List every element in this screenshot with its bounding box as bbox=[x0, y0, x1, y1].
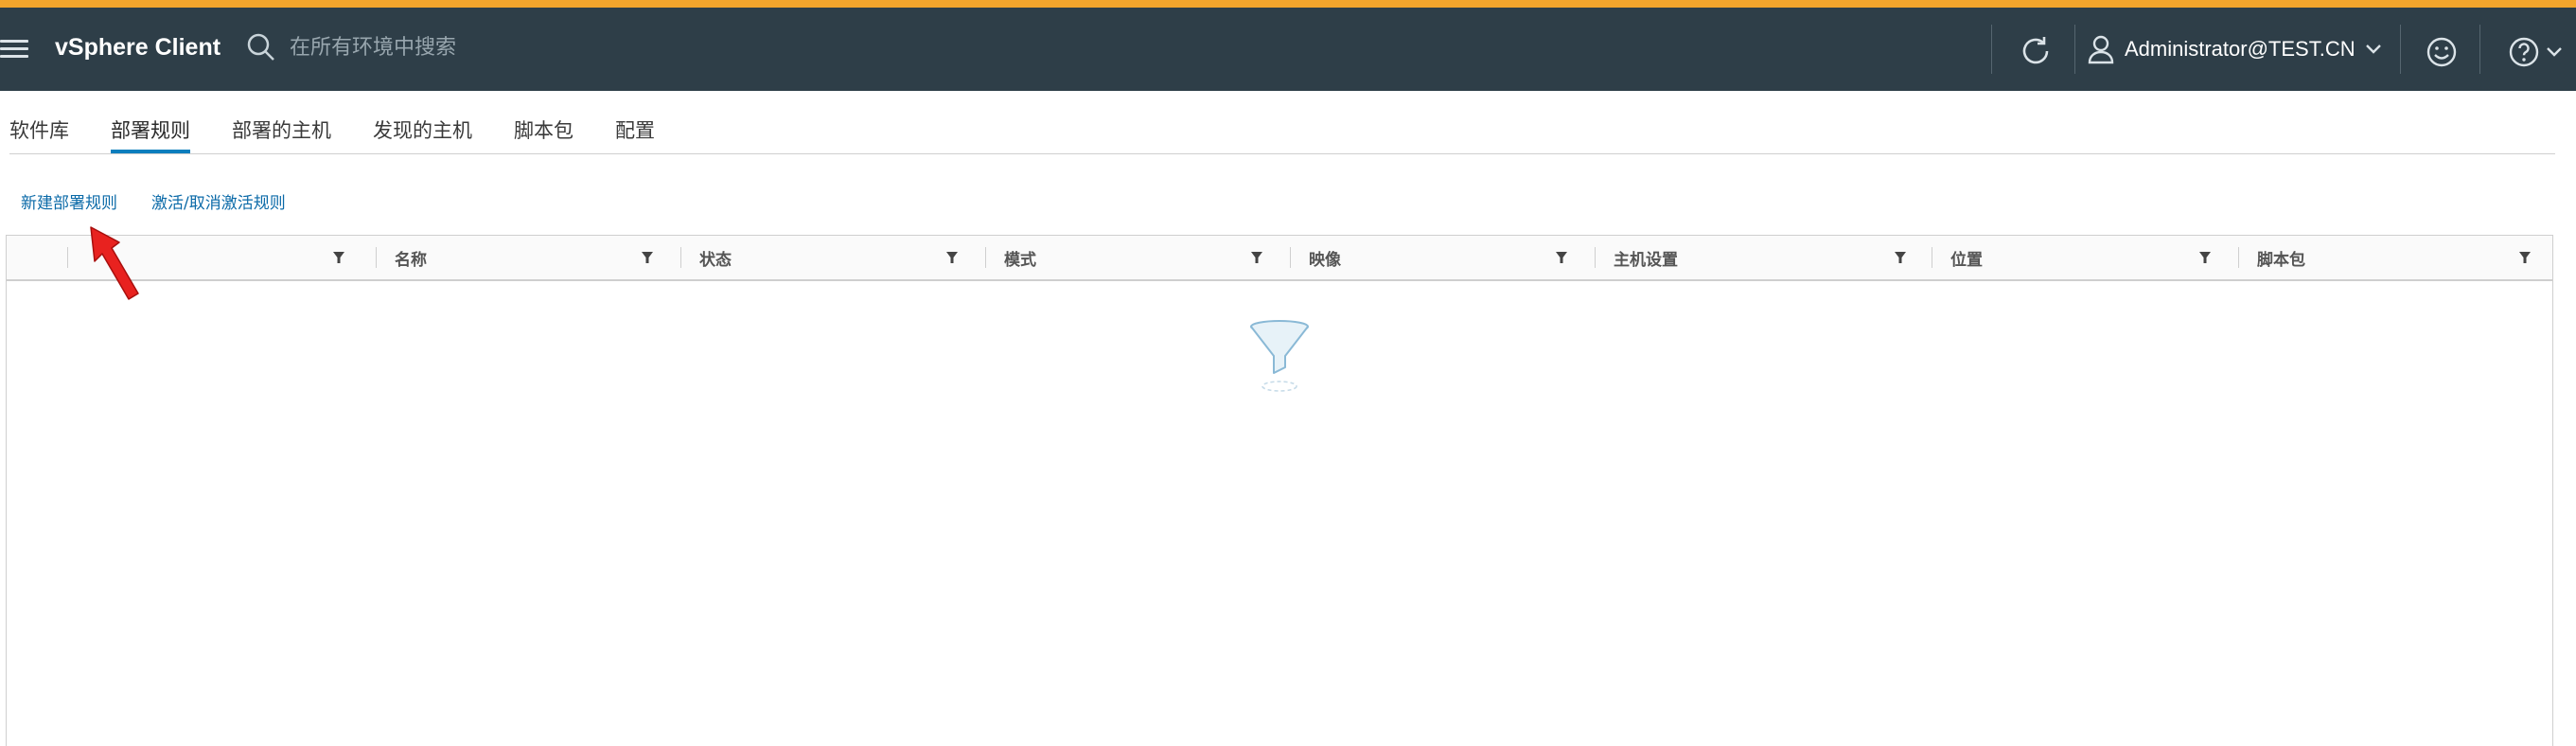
help-icon bbox=[2509, 37, 2539, 67]
search-input[interactable] bbox=[288, 34, 784, 61]
column-separator bbox=[985, 247, 986, 268]
column-separator bbox=[1595, 247, 1596, 268]
column-separator bbox=[680, 247, 681, 268]
column-header-location: 位置 bbox=[1932, 236, 2236, 279]
activate-deactivate-rules-button[interactable]: 激活/取消激活规则 bbox=[151, 189, 286, 213]
grid-header: 名称 状态 模式 映像 主机设置 位置 脚本包 bbox=[7, 236, 2552, 281]
column-header-name: 名称 bbox=[376, 236, 679, 279]
filter-icon[interactable] bbox=[1894, 251, 1907, 264]
tab-bar: 软件库 部署规则 部署的主机 发现的主机 脚本包 配置 bbox=[0, 115, 697, 153]
filter-icon[interactable] bbox=[2518, 251, 2532, 264]
header-divider bbox=[2479, 25, 2480, 74]
header-divider bbox=[2074, 25, 2075, 74]
filter-icon[interactable] bbox=[332, 251, 345, 264]
new-deploy-rule-button[interactable]: 新建部署规则 bbox=[21, 189, 117, 213]
header-divider bbox=[1991, 25, 1992, 74]
column-separator bbox=[2238, 247, 2239, 268]
tab-software-depot[interactable]: 软件库 bbox=[9, 115, 69, 153]
tabs-divider bbox=[9, 153, 2555, 154]
filter-icon[interactable] bbox=[641, 251, 654, 264]
filter-icon[interactable] bbox=[1555, 251, 1568, 264]
tab-deployed-hosts[interactable]: 部署的主机 bbox=[232, 115, 331, 153]
feedback-button[interactable] bbox=[2426, 36, 2458, 72]
chevron-down-icon bbox=[2365, 44, 2381, 54]
header-divider bbox=[2400, 25, 2401, 74]
tab-configure[interactable]: 配置 bbox=[615, 115, 655, 153]
column-header-script-bundle: 脚本包 bbox=[2238, 236, 2550, 279]
action-bar: 新建部署规则 激活/取消激活规则 bbox=[21, 189, 286, 213]
filter-icon[interactable] bbox=[1250, 251, 1263, 264]
tab-discovered-hosts[interactable]: 发现的主机 bbox=[373, 115, 472, 153]
filter-icon[interactable] bbox=[2198, 251, 2212, 264]
column-header-status: 状态 bbox=[680, 236, 983, 279]
refresh-button[interactable] bbox=[2019, 34, 2053, 72]
top-header: vSphere Client Administrator@TEST.CN bbox=[0, 8, 2576, 91]
tab-script-bundles[interactable]: 脚本包 bbox=[514, 115, 573, 153]
global-search bbox=[246, 32, 784, 62]
empty-filter-icon bbox=[1250, 320, 1309, 392]
column-header-mode: 模式 bbox=[985, 236, 1288, 279]
accent-strip bbox=[0, 0, 2576, 8]
menu-icon[interactable] bbox=[0, 40, 28, 59]
column-header-image: 映像 bbox=[1290, 236, 1593, 279]
pointer-arrow-icon bbox=[90, 226, 139, 300]
column-separator bbox=[376, 247, 377, 268]
app-title: vSphere Client bbox=[55, 34, 221, 61]
search-icon[interactable] bbox=[246, 32, 276, 62]
refresh-icon bbox=[2022, 37, 2049, 64]
user-icon bbox=[2088, 35, 2114, 64]
user-menu[interactable]: Administrator@TEST.CN bbox=[2087, 34, 2382, 64]
filter-icon[interactable] bbox=[945, 251, 959, 264]
help-menu[interactable] bbox=[2508, 36, 2563, 68]
user-name: Administrator@TEST.CN bbox=[2125, 37, 2355, 61]
column-separator bbox=[67, 247, 68, 268]
column-header-host-profile: 主机设置 bbox=[1595, 236, 1930, 279]
smiley-icon bbox=[2426, 37, 2457, 67]
column-separator bbox=[1290, 247, 1291, 268]
tab-deploy-rules[interactable]: 部署规则 bbox=[111, 115, 190, 153]
deploy-rules-grid: 名称 状态 模式 映像 主机设置 位置 脚本包 bbox=[6, 235, 2553, 746]
chevron-down-icon bbox=[2547, 47, 2562, 57]
